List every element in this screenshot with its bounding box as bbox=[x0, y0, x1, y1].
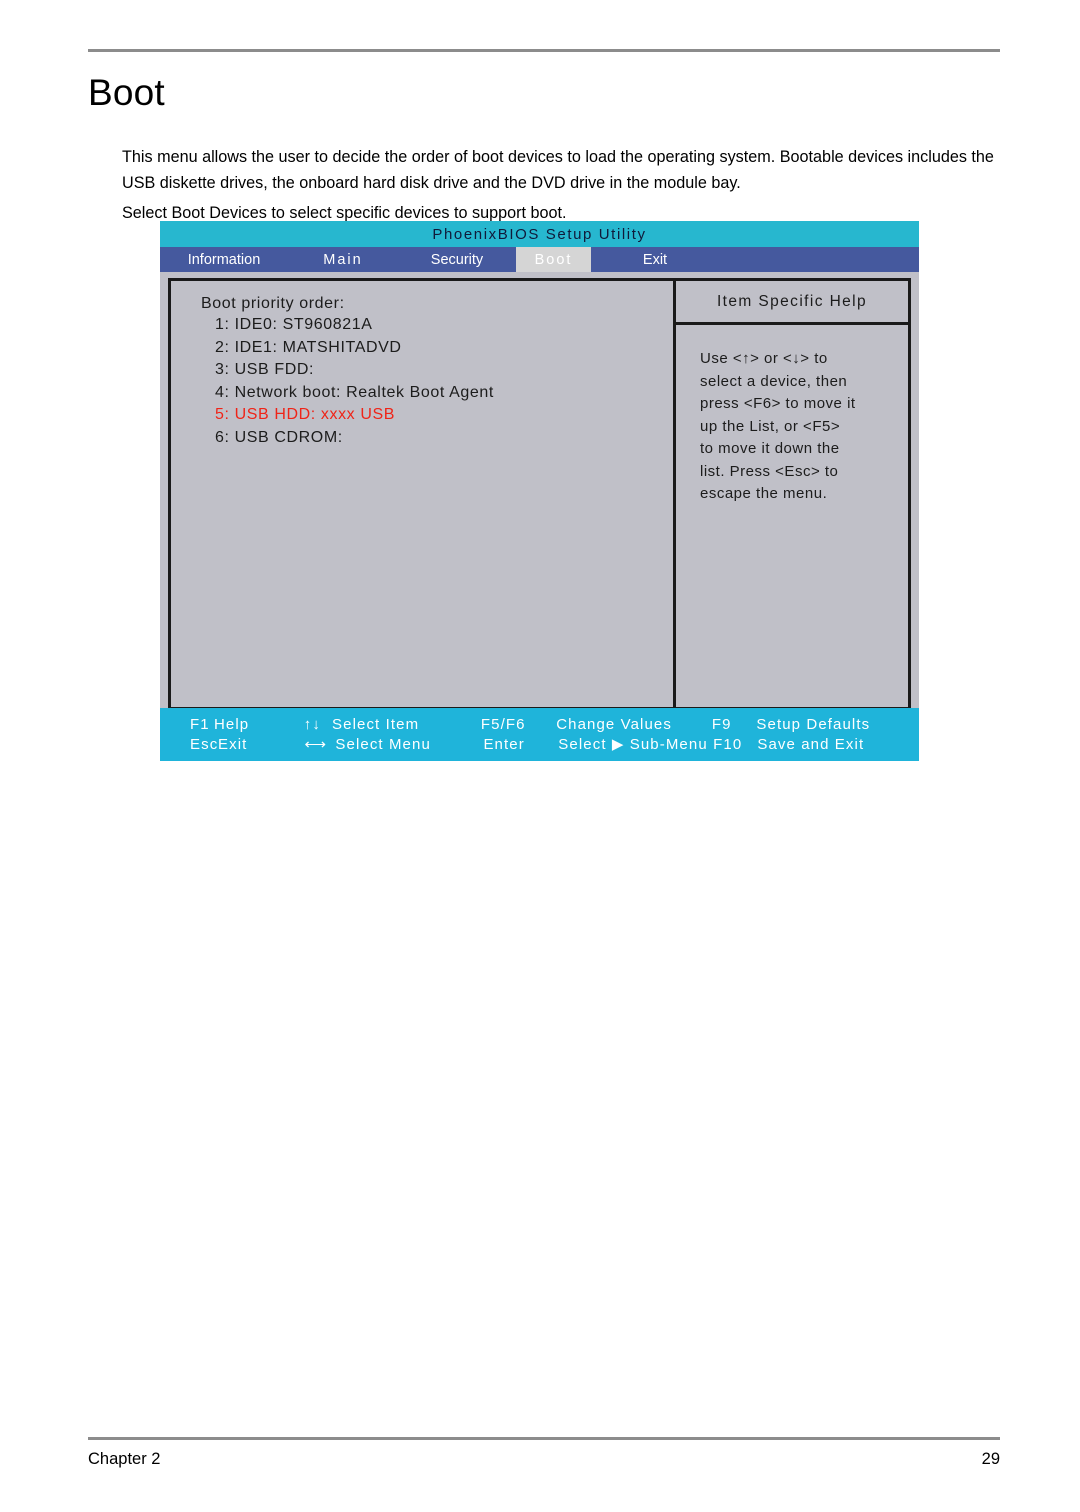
help-line: Use <↑> or <↓> to bbox=[700, 350, 828, 367]
page-top-rule bbox=[88, 49, 1000, 52]
help-line: up the List, or <F5> bbox=[700, 417, 841, 435]
intro-paragraph: This menu allows the user to decide the … bbox=[122, 148, 994, 193]
boot-list-item[interactable]: 4: Network boot: Realtek Boot Agent bbox=[215, 382, 673, 405]
boot-list-item[interactable]: 3: USB FDD: bbox=[215, 359, 673, 382]
shortcut-label-change-values: Change Values bbox=[556, 715, 672, 733]
help-line: to move it down the bbox=[700, 440, 840, 457]
bios-setup-utility-window: PhoenixBIOS Setup Utility Information Ma… bbox=[160, 221, 919, 761]
leftright-arrows-icon: ⟷ bbox=[304, 736, 328, 753]
help-line: escape the menu. bbox=[700, 485, 828, 502]
shortcut-key-f5-f6[interactable]: F5/F6 bbox=[481, 716, 556, 733]
bios-title-bar: PhoenixBIOS Setup Utility bbox=[160, 221, 919, 247]
shortcut-key-f10[interactable]: F10 bbox=[713, 736, 757, 753]
item-specific-help-title: Item Specific Help bbox=[676, 281, 908, 325]
shortcut-key-f1[interactable]: F1 bbox=[160, 716, 214, 733]
bios-status-bar: F1 Help ↑↓ Select Item F5/F6 Change Valu… bbox=[160, 708, 919, 761]
tab-boot[interactable]: Boot bbox=[516, 247, 591, 272]
help-line: list. Press <Esc> to bbox=[700, 462, 839, 480]
footer-page-number: 29 bbox=[981, 1450, 1000, 1468]
bios-tab-bar[interactable]: Information Main Security Boot Exit bbox=[160, 247, 919, 272]
boot-priority-panel: Boot priority order: 1: IDE0: ST960821A … bbox=[171, 281, 676, 707]
tab-information[interactable]: Information bbox=[160, 247, 288, 272]
shortcut-key-esc[interactable]: Esc bbox=[160, 736, 218, 753]
boot-list-item[interactable]: 2: IDE1: MATSHITADVD bbox=[215, 337, 673, 360]
boot-list-item-selected[interactable]: 5: USB HDD: xxxx USB bbox=[215, 404, 673, 427]
tab-exit[interactable]: Exit bbox=[591, 247, 719, 272]
tab-main-label: Main bbox=[323, 251, 363, 268]
bios-title-text: PhoenixBIOS Setup Utility bbox=[432, 225, 647, 243]
help-line: press <F6> to move it bbox=[700, 395, 856, 412]
boot-priority-list[interactable]: 1: IDE0: ST960821A 2: IDE1: MATSHITADVD … bbox=[201, 314, 673, 449]
page-title: Boot bbox=[88, 72, 165, 113]
shortcut-key-enter[interactable]: Enter bbox=[483, 736, 558, 753]
boot-list-item[interactable]: 1: IDE0: ST960821A bbox=[215, 314, 673, 337]
shortcut-label-save-and-exit: Save and Exit bbox=[757, 735, 865, 753]
status-bar-row-2: Esc Exit ⟷ Select Menu Enter Select ▶ Su… bbox=[160, 734, 919, 754]
item-specific-help-panel: Item Specific Help Use <↑> or <↓> to sel… bbox=[676, 281, 908, 707]
updown-arrows-icon: ↑↓ bbox=[303, 715, 321, 733]
bios-body: Boot priority order: 1: IDE0: ST960821A … bbox=[160, 272, 919, 724]
page-footer: Chapter 2 29 bbox=[88, 1450, 1000, 1469]
tab-boot-label: Boot bbox=[534, 251, 573, 268]
footer-chapter-label: Chapter 2 bbox=[88, 1450, 161, 1468]
boot-list-item[interactable]: 6: USB CDROM: bbox=[215, 427, 673, 450]
shortcut-label-exit: Exit bbox=[218, 735, 248, 753]
tab-security-label: Security bbox=[430, 251, 484, 268]
boot-priority-heading: Boot priority order: bbox=[201, 295, 345, 312]
shortcut-label-select-menu: Select Menu bbox=[335, 735, 431, 753]
shortcut-label-setup-defaults: Setup Defaults bbox=[756, 715, 871, 733]
shortcut-label-select-sub-menu: Select ▶ Sub-Menu bbox=[558, 736, 708, 753]
status-bar-row-1: F1 Help ↑↓ Select Item F5/F6 Change Valu… bbox=[160, 714, 919, 734]
item-specific-help-body: Use <↑> or <↓> to select a device, then … bbox=[676, 325, 908, 506]
shortcut-label-select-item: Select Item bbox=[332, 715, 420, 733]
tab-main[interactable]: Main bbox=[288, 247, 398, 272]
tab-exit-label: Exit bbox=[642, 251, 668, 268]
shortcut-label-help: Help bbox=[213, 715, 250, 733]
tab-security[interactable]: Security bbox=[398, 247, 516, 272]
bios-panels: Boot priority order: 1: IDE0: ST960821A … bbox=[168, 278, 911, 710]
tab-information-label: Information bbox=[187, 251, 261, 268]
help-line: select a device, then bbox=[700, 372, 848, 390]
shortcut-key-f9[interactable]: F9 bbox=[712, 716, 757, 733]
page-bottom-rule bbox=[88, 1437, 1000, 1440]
